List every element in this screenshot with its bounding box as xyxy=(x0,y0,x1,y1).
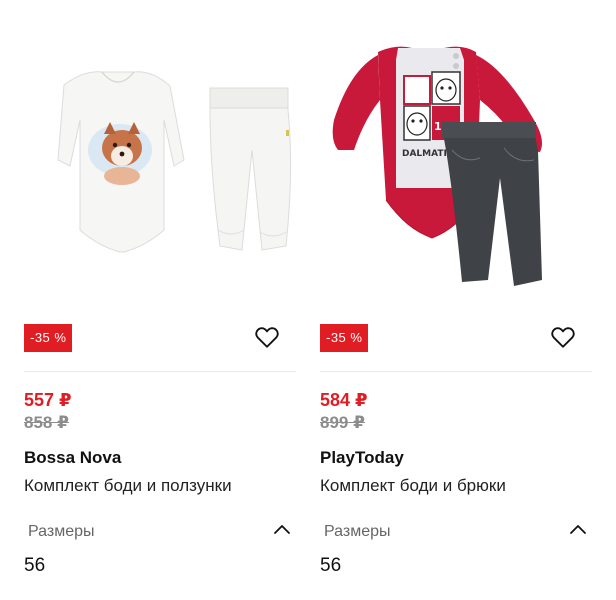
sizes-label: Размеры xyxy=(28,523,95,540)
divider xyxy=(320,371,592,372)
chevron-up-icon[interactable] xyxy=(272,520,292,540)
product-title[interactable]: Комплект боди и ползунки xyxy=(24,476,232,496)
size-option[interactable]: 56 xyxy=(320,555,341,577)
product-image[interactable]: 101 DALMATI xyxy=(320,0,592,305)
product-brand[interactable]: PlayToday xyxy=(320,448,404,468)
heart-outline-icon[interactable] xyxy=(550,324,576,350)
svg-text:DALMATI: DALMATI xyxy=(402,149,447,159)
size-option[interactable]: 56 xyxy=(24,555,45,577)
discount-badge: -35 % xyxy=(24,324,73,352)
product-title[interactable]: Комплект боди и брюки xyxy=(320,476,506,496)
price-old: 899 ₽ xyxy=(320,413,365,432)
product-card[interactable]: 101 DALMATI -35 % 584 ₽ 899 ₽ PlayToday … xyxy=(320,0,592,600)
product-image[interactable] xyxy=(24,0,296,305)
heart-outline-icon[interactable] xyxy=(254,324,280,350)
product-card[interactable]: -35 % 557 ₽ 858 ₽ Bossa Nova Комплект бо… xyxy=(24,0,296,600)
price-old: 858 ₽ xyxy=(24,413,69,432)
price-current: 557 ₽ xyxy=(24,390,72,410)
discount-badge: -35 % xyxy=(320,324,369,352)
sizes-label: Размеры xyxy=(324,523,391,540)
divider xyxy=(24,371,296,372)
chevron-up-icon[interactable] xyxy=(568,520,588,540)
price-current: 584 ₽ xyxy=(320,390,368,410)
product-brand[interactable]: Bossa Nova xyxy=(24,448,121,468)
